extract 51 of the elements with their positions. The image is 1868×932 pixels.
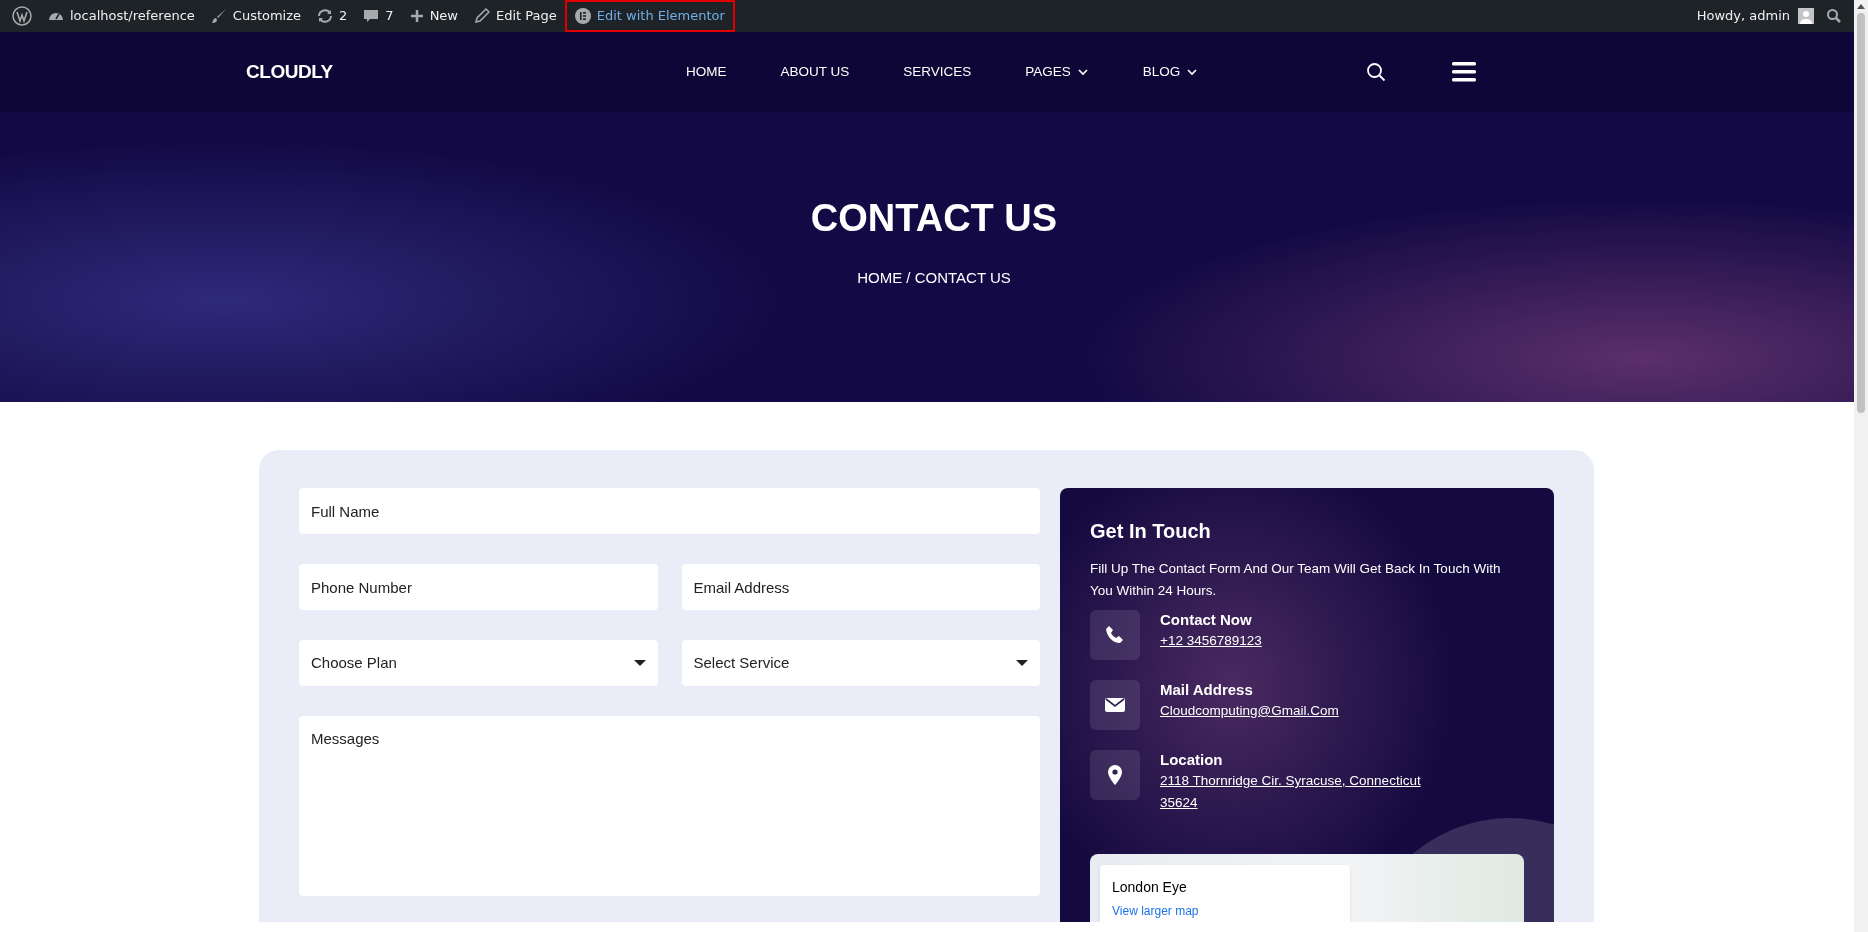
breadcrumb: HOME / CONTACT US <box>857 268 1011 289</box>
dropdown-field[interactable]: Select Service <box>681 640 1040 686</box>
admin-bar-item[interactable]: New <box>401 0 466 32</box>
admin-bar-item[interactable]: Customize <box>202 0 310 32</box>
card-description: Fill Up The Contact Form And Our Team Will Get Back In Touch With You Within 24 Hours. <box>1090 560 1502 600</box>
nav-link[interactable]: BLOG <box>1142 61 1199 83</box>
wordpress-logo-icon[interactable] <box>12 6 32 26</box>
input-field[interactable]: Full Name <box>299 488 1040 534</box>
account-greeting[interactable]: Howdy, admin <box>1696 6 1814 26</box>
map-pin-icon <box>1107 765 1123 785</box>
contact-link[interactable]: +12 3456789123 <box>1160 630 1460 652</box>
message-field[interactable]: Messages <box>299 716 1040 896</box>
pencil-icon <box>474 8 490 24</box>
admin-bar-item[interactable]: 7 <box>355 0 402 32</box>
chevron-down-icon <box>1076 66 1089 78</box>
menu-icon[interactable] <box>1452 62 1476 82</box>
admin-bar-item[interactable]: localhost/reference <box>40 0 203 32</box>
search-icon[interactable] <box>1366 62 1386 82</box>
caret-icon <box>633 659 646 667</box>
view-map-link[interactable]: View larger map <box>1112 904 1199 918</box>
input-field[interactable]: Email Address <box>681 564 1040 610</box>
contact-label: Mail Address <box>1160 680 1254 700</box>
nav-link[interactable]: PAGES <box>1025 61 1089 83</box>
nav-link[interactable]: HOME <box>686 61 727 83</box>
phone-icon <box>1105 625 1125 645</box>
caret-icon <box>1016 659 1028 667</box>
elementor-icon <box>574 8 591 24</box>
scrollbar[interactable] <box>1854 0 1868 932</box>
input-field[interactable]: Phone Number <box>299 564 658 610</box>
card-title: Get In Touch <box>1090 519 1212 544</box>
admin-bar-item[interactable]: Edit Page <box>466 0 565 32</box>
contact-label: Location <box>1160 750 1224 770</box>
admin-bar-item[interactable]: Edit with Elementor <box>564 0 735 32</box>
site-logo[interactable]: CLOUDLY <box>246 57 686 87</box>
chevron-down-icon <box>1186 66 1199 78</box>
refresh-icon <box>317 8 334 24</box>
admin-bar-item[interactable]: 2 <box>309 0 356 32</box>
nav-link[interactable]: SERVICES <box>903 61 972 83</box>
nav-link[interactable]: ABOUT US <box>780 61 850 83</box>
envelope-icon <box>1105 697 1125 713</box>
page-title: CONTACT US <box>810 196 1058 242</box>
brush-icon <box>210 8 227 24</box>
dropdown-field[interactable]: Choose Plan <box>299 640 658 686</box>
comment-icon <box>363 8 380 24</box>
place-name: London Eye <box>1112 878 1188 897</box>
avatar-icon <box>1798 8 1814 24</box>
contact-link[interactable]: Cloudcomputing@Gmail.Com <box>1160 700 1460 722</box>
contact-label: Contact Now <box>1160 610 1253 630</box>
contact-link[interactable]: 2118 Thornridge Cir. Syracuse, Connecticut 35624 <box>1160 770 1460 814</box>
search-icon[interactable] <box>1826 8 1842 24</box>
plus-icon <box>409 9 424 23</box>
